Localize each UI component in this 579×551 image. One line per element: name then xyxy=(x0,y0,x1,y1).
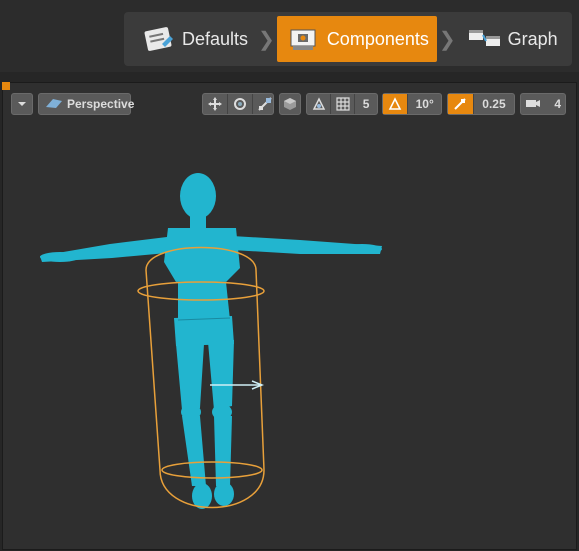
mannequin-figure[interactable] xyxy=(0,0,579,551)
